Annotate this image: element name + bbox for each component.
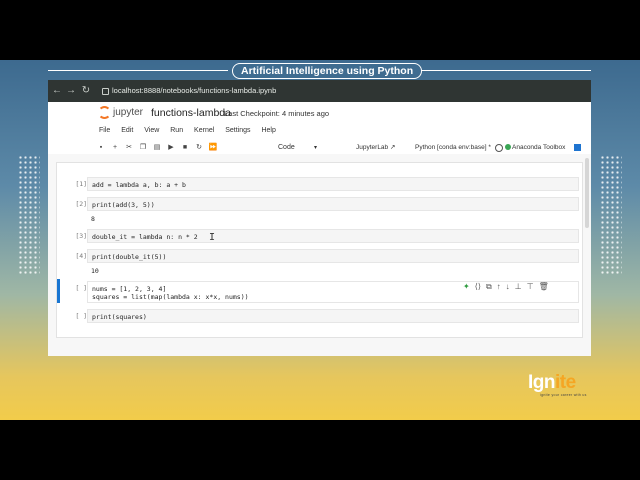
- cell-output: 10: [91, 267, 99, 275]
- jupyterlab-link[interactable]: JupyterLab ↗: [356, 142, 395, 154]
- duplicate-cell-icon[interactable]: ⧉: [486, 282, 492, 291]
- code-input[interactable]: add = lambda a, b: a + b: [87, 177, 579, 191]
- external-link-icon: ↗: [389, 144, 396, 151]
- menu-help[interactable]: Help: [261, 127, 275, 134]
- reload-icon[interactable]: ↻: [79, 83, 93, 99]
- cut-icon[interactable]: ✂: [124, 142, 134, 154]
- delete-cell-icon[interactable]: 🗑: [539, 282, 549, 291]
- move-down-icon[interactable]: ↓: [506, 282, 510, 291]
- scrollbar[interactable]: [585, 158, 589, 228]
- logo-part-b: ite: [555, 372, 576, 393]
- kernel-name[interactable]: Python [conda env:base] *: [415, 142, 491, 154]
- menu-run[interactable]: Run: [170, 127, 183, 134]
- anaconda-toolbox-button[interactable]: Anaconda Toolbox: [505, 142, 565, 154]
- jupyter-logo[interactable]: jupyter: [98, 106, 143, 119]
- menu-file[interactable]: File: [99, 127, 110, 134]
- menu-settings[interactable]: Settings: [225, 127, 250, 134]
- cell-output: 8: [91, 215, 95, 223]
- jupyterlab-label: JupyterLab: [356, 144, 389, 151]
- browser-address-bar: ← → ↻ localhost:8888/notebooks/functions…: [48, 80, 591, 102]
- code-input[interactable]: print(squares): [87, 309, 579, 323]
- restart-run-all-icon[interactable]: ⏩: [208, 142, 218, 154]
- title-line-right: [412, 70, 591, 71]
- extension-icon[interactable]: [574, 144, 581, 151]
- jupyter-logo-text: jupyter: [113, 107, 144, 119]
- kernel-status-icon: [495, 144, 503, 152]
- move-up-icon[interactable]: ↑: [497, 282, 501, 291]
- cell-toolbar: ✦ ⟨⟩ ⧉ ↑ ↓ ⊥ ⊤ 🗑: [463, 282, 554, 292]
- notebook-panel: [1]: add = lambda a, b: a + b [2]: print…: [56, 162, 583, 338]
- decorative-dots-left: [18, 155, 40, 275]
- code-input[interactable]: print(add(3, 5)): [87, 197, 579, 211]
- copy-icon[interactable]: ❐: [138, 142, 148, 154]
- code-line: squares = list(map(lambda x: x*x, nums)): [92, 293, 249, 301]
- menu-bar: File Edit View Run Kernel Settings Help: [99, 127, 285, 134]
- site-info-icon[interactable]: [102, 88, 109, 95]
- menu-kernel[interactable]: Kernel: [194, 127, 214, 134]
- url-field[interactable]: localhost:8888/notebooks/functions-lambd…: [112, 83, 276, 99]
- anaconda-toolbox-label: Anaconda Toolbox: [512, 144, 566, 151]
- add-cell-icon[interactable]: +: [110, 142, 120, 154]
- checkpoint-status: Last Checkpoint: 4 minutes ago: [224, 109, 330, 118]
- logo-tagline: ignite your career with us: [540, 393, 587, 397]
- title-line-left: [48, 70, 228, 71]
- jupyter-logo-icon: [98, 106, 111, 119]
- course-title: Artificial Intelligence using Python: [232, 63, 423, 79]
- code-line: nums = [1, 2, 3, 4]: [92, 285, 167, 293]
- back-icon[interactable]: ←: [50, 83, 64, 99]
- logo-part-a: Ign: [528, 372, 556, 393]
- menu-edit[interactable]: Edit: [121, 127, 133, 134]
- decorative-dots-right: [600, 155, 622, 275]
- code-input[interactable]: double_it = lambda n: n * 2: [87, 229, 579, 243]
- notebook-area: [1]: add = lambda a, b: a + b [2]: print…: [48, 154, 591, 356]
- insert-below-icon[interactable]: ⊤: [527, 282, 534, 291]
- insert-above-icon[interactable]: ⊥: [515, 282, 522, 291]
- active-cell-indicator: [57, 279, 60, 303]
- ignite-logo: Ignite: [528, 372, 576, 394]
- forward-icon[interactable]: →: [64, 83, 78, 99]
- save-icon[interactable]: ▪: [96, 142, 106, 154]
- text-cursor-icon: I: [209, 232, 216, 243]
- stop-icon[interactable]: ■: [180, 142, 190, 154]
- sparkle-icon[interactable]: ✦: [463, 282, 470, 291]
- paste-icon[interactable]: ▤: [152, 142, 162, 154]
- menu-view[interactable]: View: [144, 127, 159, 134]
- format-cell-icon[interactable]: ⟨⟩: [475, 282, 481, 291]
- chevron-down-icon[interactable]: ▾: [314, 142, 317, 154]
- restart-icon[interactable]: ↻: [194, 142, 204, 154]
- notebook-name[interactable]: functions-lambda: [151, 107, 231, 119]
- anaconda-icon: [505, 144, 511, 151]
- run-icon[interactable]: ▶: [166, 142, 176, 154]
- cell-type-select[interactable]: Code: [278, 142, 295, 154]
- browser-window: ← → ↻ localhost:8888/notebooks/functions…: [48, 80, 591, 356]
- code-input[interactable]: print(double_it(5)): [87, 249, 579, 263]
